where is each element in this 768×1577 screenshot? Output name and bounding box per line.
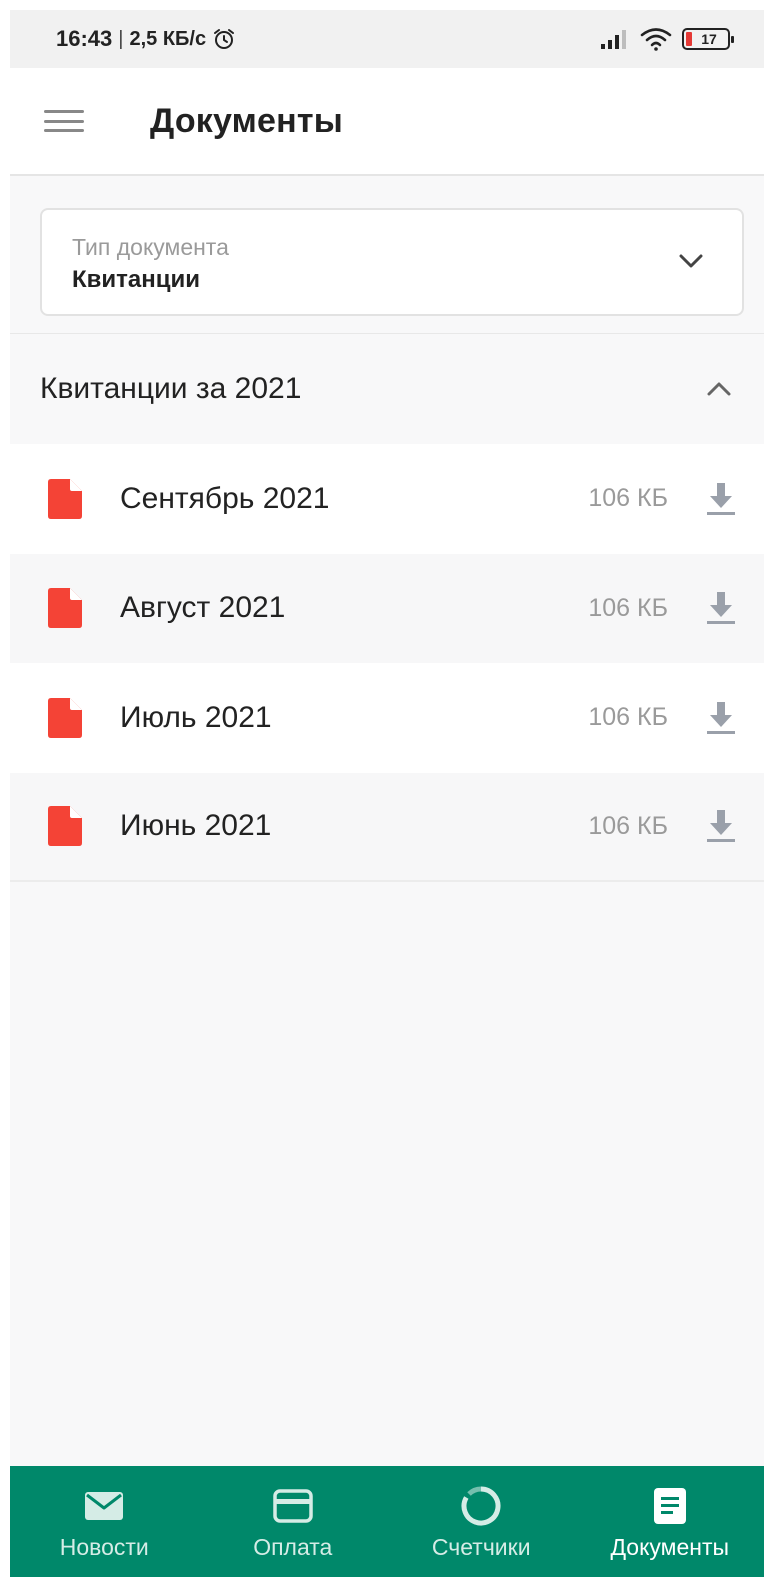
document-type-value: Квитанции bbox=[72, 266, 201, 293]
battery-level-fill bbox=[686, 32, 692, 46]
download-icon[interactable] bbox=[706, 481, 736, 517]
alarm-icon bbox=[214, 29, 235, 49]
document-list: Сентябрь 2021 106 КБ Август 2021 106 КБ bbox=[10, 444, 764, 882]
section-title: Квитанции за 2021 bbox=[40, 372, 302, 405]
chevron-up-icon bbox=[707, 382, 731, 396]
nav-payment[interactable]: Оплата bbox=[199, 1466, 388, 1577]
document-size: 106 КБ bbox=[588, 703, 668, 732]
wifi-icon bbox=[640, 28, 672, 51]
selector-area: Тип документа Квитанции bbox=[10, 176, 764, 334]
pdf-file-icon bbox=[48, 697, 82, 738]
document-icon bbox=[653, 1488, 686, 1524]
nav-documents[interactable]: Документы bbox=[576, 1466, 765, 1577]
document-name: Июль 2021 bbox=[120, 700, 272, 734]
document-row[interactable]: Июль 2021 106 КБ bbox=[10, 663, 764, 773]
status-separator: | bbox=[118, 27, 124, 50]
document-row[interactable]: Август 2021 106 КБ bbox=[10, 553, 764, 663]
nav-documents-label: Документы bbox=[610, 1534, 730, 1560]
menu-line bbox=[44, 110, 84, 113]
document-row[interactable]: Сентябрь 2021 106 КБ bbox=[10, 444, 764, 554]
nav-meters-label: Счетчики bbox=[431, 1534, 531, 1560]
card-icon bbox=[273, 1489, 313, 1523]
download-icon[interactable] bbox=[706, 700, 736, 736]
app-bar: Документы bbox=[10, 68, 764, 176]
signal-icon bbox=[601, 30, 626, 49]
download-icon[interactable] bbox=[706, 590, 736, 626]
menu-button[interactable] bbox=[44, 106, 84, 136]
document-row[interactable]: Июнь 2021 106 КБ bbox=[10, 772, 764, 882]
document-type-select[interactable]: Тип документа Квитанции bbox=[40, 208, 744, 316]
document-size: 106 КБ bbox=[588, 593, 668, 622]
mail-icon bbox=[85, 1492, 124, 1520]
document-name: Сентябрь 2021 bbox=[120, 481, 330, 515]
page-title: Документы bbox=[150, 101, 343, 140]
status-right: 17 bbox=[600, 27, 734, 51]
document-type-label: Тип документа bbox=[72, 234, 229, 260]
chevron-down-icon bbox=[679, 254, 703, 268]
battery-icon: 17 bbox=[682, 28, 734, 50]
bottom-navigation: Новости Оплата Счетчики Документы bbox=[10, 1466, 764, 1577]
network-speed: 2,5 КБ/с bbox=[129, 27, 207, 50]
nav-news[interactable]: Новости bbox=[10, 1466, 199, 1577]
nav-meters[interactable]: Счетчики bbox=[387, 1466, 576, 1577]
menu-line bbox=[44, 129, 84, 132]
pdf-file-icon bbox=[48, 588, 82, 629]
status-left: 16:43 | 2,5 КБ/с bbox=[56, 26, 236, 52]
status-time: 16:43 bbox=[56, 26, 113, 51]
phone-screen: 16:43 | 2,5 КБ/с 17 Документы Тип докуме… bbox=[10, 10, 764, 1577]
document-name: Август 2021 bbox=[120, 591, 286, 625]
status-bar: 16:43 | 2,5 КБ/с 17 bbox=[10, 10, 764, 68]
document-name: Июнь 2021 bbox=[120, 809, 272, 843]
download-icon[interactable] bbox=[706, 808, 736, 844]
section-header-receipts[interactable]: Квитанции за 2021 bbox=[10, 334, 764, 444]
pdf-file-icon bbox=[48, 478, 82, 519]
pdf-file-icon bbox=[48, 806, 82, 847]
meter-icon bbox=[461, 1486, 501, 1526]
document-size: 106 КБ bbox=[588, 484, 668, 513]
battery-level: 17 bbox=[701, 31, 717, 47]
nav-payment-label: Оплата bbox=[253, 1534, 333, 1560]
menu-line bbox=[44, 119, 84, 123]
nav-news-label: Новости bbox=[59, 1534, 149, 1560]
document-size: 106 КБ bbox=[588, 811, 668, 840]
